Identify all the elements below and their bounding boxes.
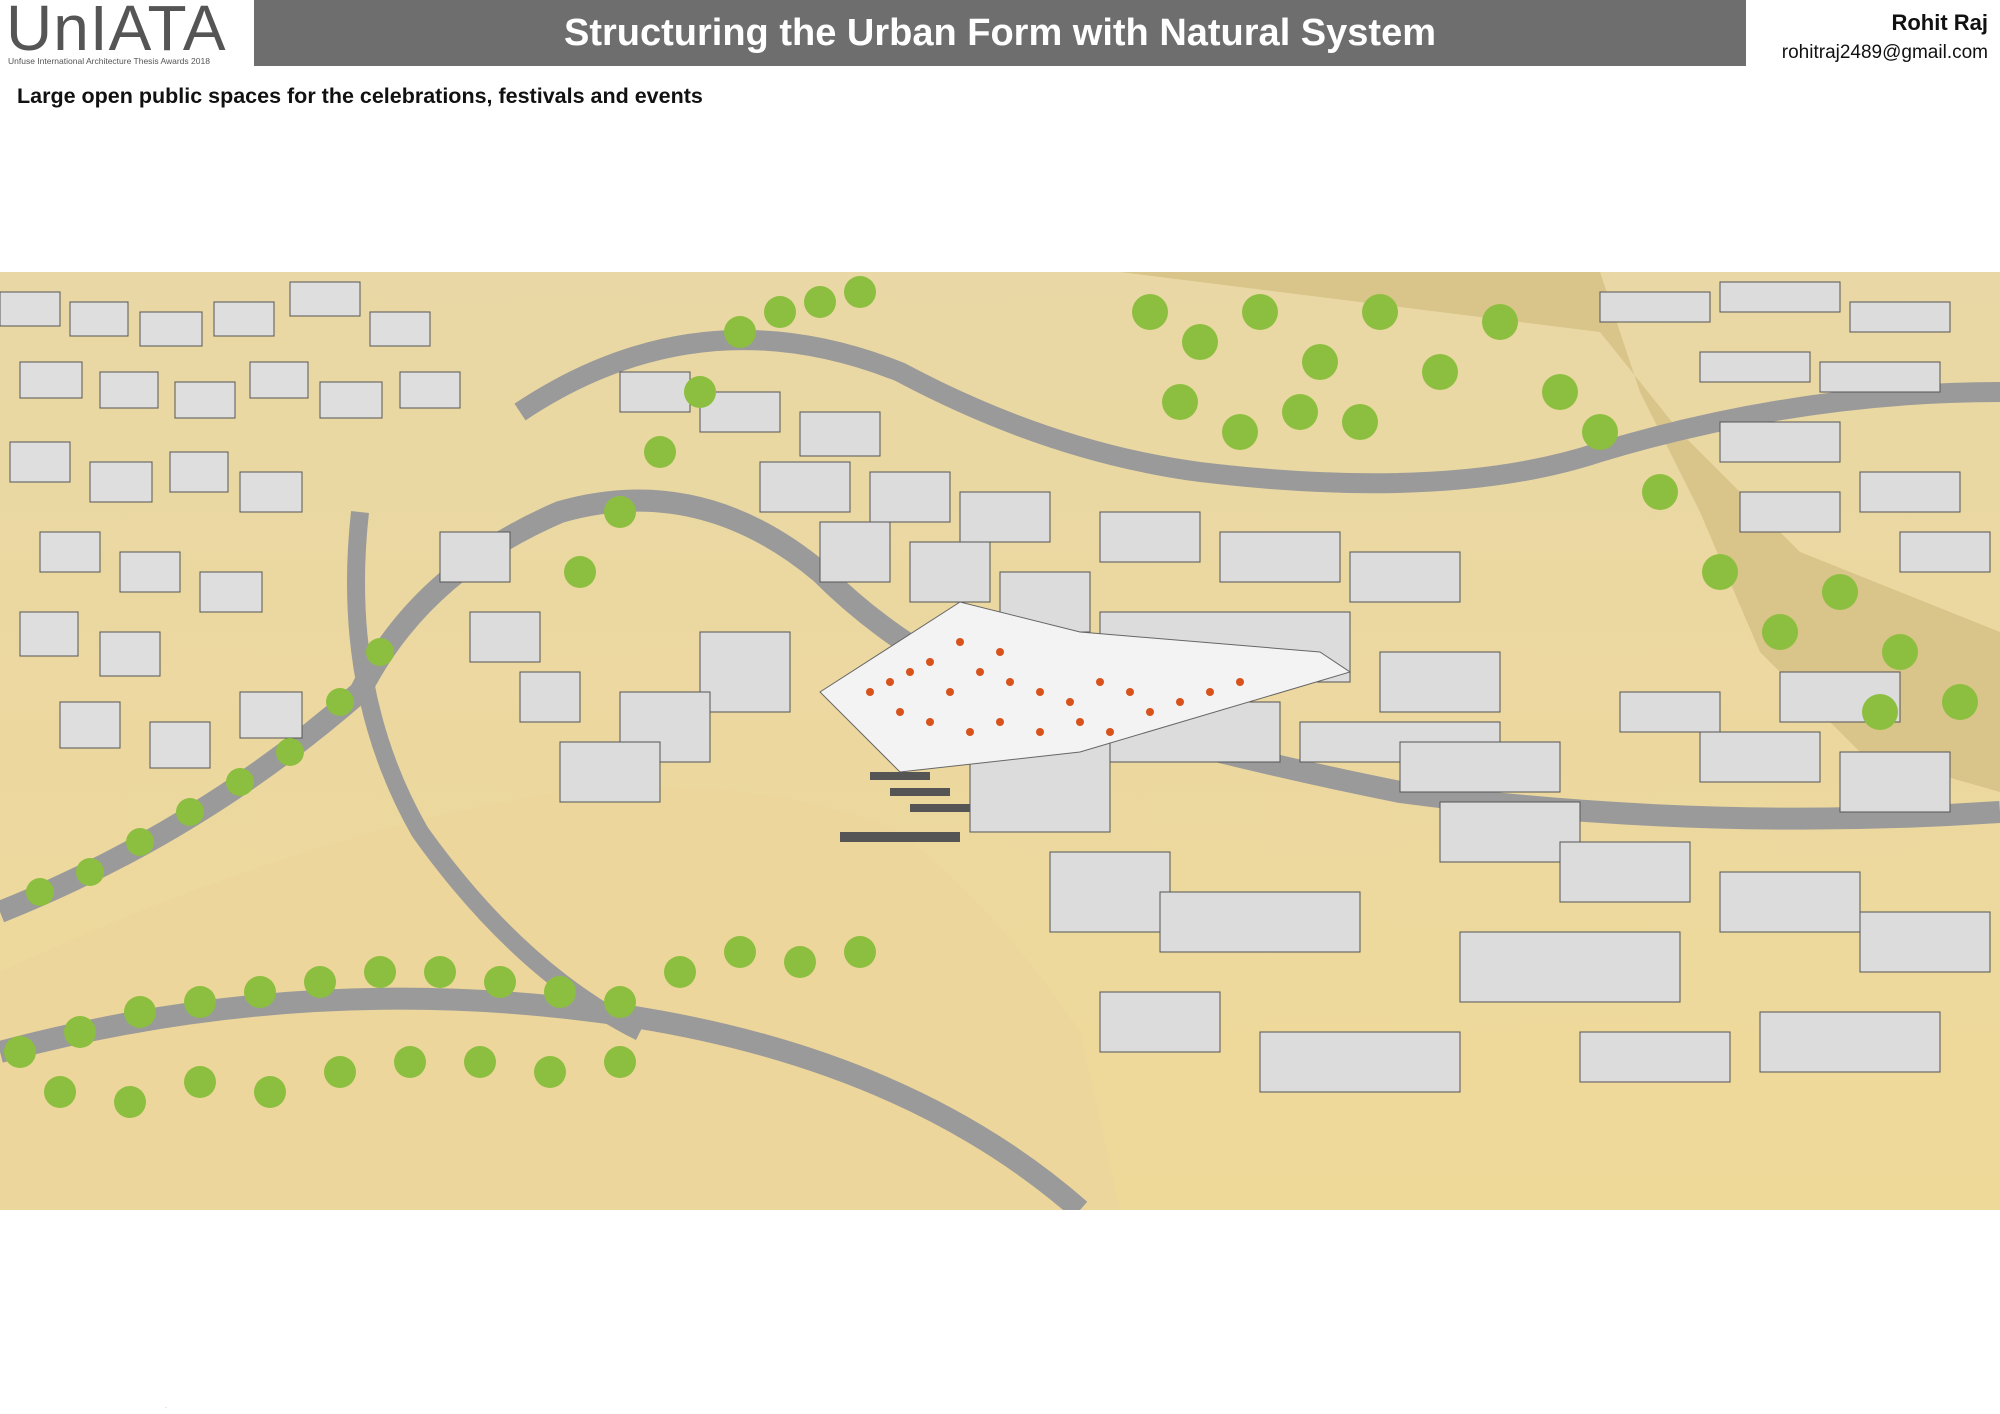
author-name: Rohit Raj (1891, 10, 1988, 35)
author-email: rohitraj2489@gmail.com (1781, 42, 1988, 63)
title-bar: Structuring the Urban Form with Natural … (254, 0, 1746, 66)
logo-wordmark: UnIATA (6, 0, 227, 64)
aerial-city-render (0, 272, 2000, 1210)
page-title: Structuring the Urban Form with Natural … (564, 11, 1436, 54)
logo-subtitle: Unfuse International Architecture Thesis… (8, 56, 210, 66)
section-subtitle: Large open public spaces for the celebra… (17, 84, 703, 108)
logo: UnIATA Unfuse International Architecture… (2, 0, 252, 68)
author-block: Rohit Raj rohitraj2489@gmail.com (1782, 10, 1988, 64)
footnote-mark: · (165, 1405, 167, 1411)
